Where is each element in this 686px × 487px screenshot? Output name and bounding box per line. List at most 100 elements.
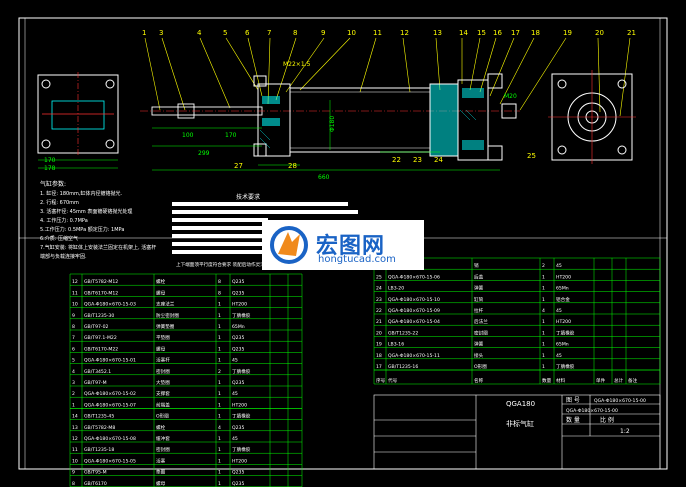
table-cell: 丁腈橡胶 xyxy=(556,329,575,336)
table-cell: 3 xyxy=(72,380,75,386)
table-cell: 1 xyxy=(218,324,221,330)
table-cell: 1 xyxy=(542,297,545,303)
right-parts-table: 26GB/T119销24525QGA-Φ180×670-15-06后盖1HT20… xyxy=(373,257,661,371)
table-cell: 17 xyxy=(376,364,382,370)
table-cell: 活塞 xyxy=(156,457,166,464)
table-cell: GB/T97-02 xyxy=(84,324,108,330)
table-cell: Q235 xyxy=(232,346,244,352)
balloon-label: 12 xyxy=(400,29,409,37)
table-cell: 前端盖 xyxy=(156,401,170,408)
balloon-label: 13 xyxy=(433,29,442,37)
table-cell: QGA-Φ180×670-15-10 xyxy=(388,297,440,303)
balloon-label: 20 xyxy=(595,29,604,37)
table-cell: 弹簧 xyxy=(474,285,484,292)
table-cell: 10 xyxy=(72,302,78,308)
table-cell: 缸筒 xyxy=(474,296,484,303)
balloon-27: 27 xyxy=(234,162,243,170)
table-cell: 丁腈橡胶 xyxy=(232,368,251,375)
table-cell: 密封圈 xyxy=(156,446,170,453)
balloon-group: 1 3 4 5 6 7 8 9 10 11 12 13 14 15 16 17 18 19 20 21 xyxy=(142,29,636,117)
balloon-leader xyxy=(597,37,601,113)
table-cell: O形圈 xyxy=(156,413,169,420)
table-cell: 数量 xyxy=(542,377,552,384)
table-cell: 1 xyxy=(218,414,221,420)
balloon-leader xyxy=(225,37,259,91)
table-cell: 总计 xyxy=(614,377,624,384)
dim-660: 660 xyxy=(318,174,330,181)
balloon-label: 21 xyxy=(627,29,636,37)
table-cell: Q235 xyxy=(232,279,244,285)
balloon-leader xyxy=(359,37,377,93)
title-r1: 图 号 xyxy=(566,397,580,404)
note-line: 5.工作压力: 0.5MPa 额定压力: 1MPa xyxy=(40,226,124,233)
table-cell: 丁腈橡胶 xyxy=(556,363,575,370)
table-cell: HT200 xyxy=(232,302,247,308)
table-cell: GB/T3452.1 xyxy=(84,369,111,375)
table-cell: GB/T95-M xyxy=(84,470,107,476)
table-cell: 支座法兰 xyxy=(156,301,175,308)
table-cell: 丁腈橡胶 xyxy=(232,312,251,319)
table-cell: 1 xyxy=(218,436,221,442)
table-cell: QGA-Φ180×670-15-03 xyxy=(84,302,136,308)
table-cell: GB/T1235-30 xyxy=(84,313,114,319)
balloon-label: 9 xyxy=(321,29,325,37)
table-cell: 22 xyxy=(376,308,382,314)
table-cell: 1 xyxy=(218,335,221,341)
table-cell: GB/T6170-M22 xyxy=(84,346,118,352)
table-cell: 1 xyxy=(542,286,545,292)
balloon-leader xyxy=(402,37,411,93)
table-cell: 65Mn xyxy=(556,342,569,348)
table-cell: Q235 xyxy=(232,481,244,487)
table-cell: 12 xyxy=(72,279,78,285)
table-cell: 材料 xyxy=(556,377,566,384)
dim-m22: M22×1.5 xyxy=(283,61,311,68)
table-cell: 丁腈橡胶 xyxy=(232,413,251,420)
note-line: 4. 工作压力: 0.7MPa xyxy=(40,217,88,224)
title-r3: 比 例 xyxy=(600,416,614,424)
table-cell: QGA-Φ180×670-15-01 xyxy=(84,358,136,364)
table-cell: 12 xyxy=(72,436,78,442)
table-cell: Q235 xyxy=(232,425,244,431)
title-scale: 1:2 xyxy=(620,428,630,435)
table-cell: 活塞杆 xyxy=(156,357,170,364)
table-cell: 序号 xyxy=(376,377,386,384)
table-cell: GB/T6170-M12 xyxy=(84,290,118,296)
table-cell: QGA-Φ180×670-15-06 xyxy=(388,274,440,280)
table-cell: 8 xyxy=(218,290,221,296)
table-cell: 11 xyxy=(72,290,78,296)
title-r2: 数 量 xyxy=(566,416,580,424)
table-cell: 65Mn xyxy=(232,324,245,330)
header-row: 序号 代号 名称 数量 材料 单件 总计 备注 xyxy=(373,369,661,385)
table-cell: GB/T1235-16 xyxy=(388,364,418,370)
left-end-view xyxy=(37,72,119,169)
table-cell: 1 xyxy=(542,274,545,280)
table-cell: 45 xyxy=(232,436,238,442)
table-cell: 19 xyxy=(376,342,382,348)
balloon-leader xyxy=(435,37,441,91)
table-cell: GB/T6170 xyxy=(84,481,107,487)
table-cell: 2 xyxy=(542,263,545,269)
table-cell: HT200 xyxy=(556,274,571,280)
table-cell: 7 xyxy=(72,335,75,341)
dim-left-1: 170 xyxy=(44,157,56,164)
table-cell: Q235 xyxy=(232,470,244,476)
balloon-leader xyxy=(619,37,631,117)
watermark-logo-icon xyxy=(270,226,308,264)
table-cell: QGA-Φ180×670-15-07 xyxy=(84,402,136,408)
table-cell: 1 xyxy=(542,342,545,348)
left-parts-table-2: 14 GB/T1235-45 O形圈 1 丁腈橡胶 13 GB/T5782-M8 螺栓 4 Q23… xyxy=(69,408,303,487)
table-cell: GB/T97-M xyxy=(84,380,107,386)
table-cell: 缓冲套 xyxy=(156,435,170,442)
table-cell: 拉杆 xyxy=(474,307,484,314)
table-cell: QGA-Φ180×670-15-09 xyxy=(388,308,440,314)
balloon-label: 16 xyxy=(493,29,502,37)
table-cell: 名称 xyxy=(474,377,484,384)
table-cell: HT200 xyxy=(232,402,247,408)
table-cell: 接头 xyxy=(474,352,484,359)
balloon-label: 15 xyxy=(477,29,486,37)
balloon-leader xyxy=(267,37,271,105)
balloon-23: 23 xyxy=(413,156,422,164)
table-cell: 13 xyxy=(72,425,78,431)
table-cell: 1 xyxy=(218,346,221,352)
balloon-28: 28 xyxy=(288,162,297,170)
